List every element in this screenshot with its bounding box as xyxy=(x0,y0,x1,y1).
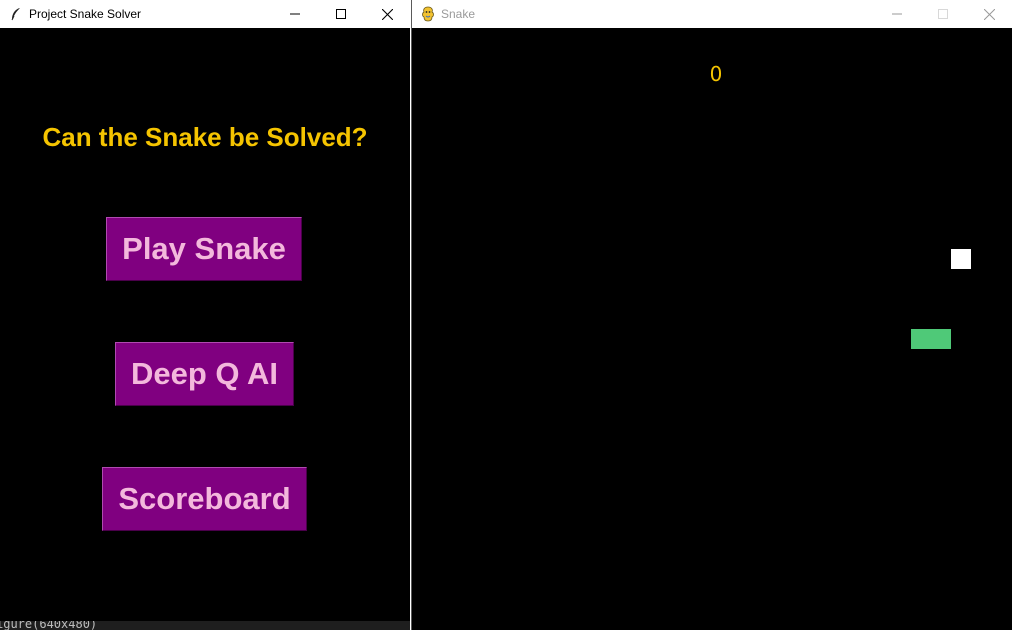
maximize-button[interactable] xyxy=(318,0,364,28)
snake-game-window: Snake 0 xyxy=(411,0,1012,630)
scoreboard-button[interactable]: Scoreboard xyxy=(102,467,307,531)
console-status-bar: igure(640x480) xyxy=(0,621,410,630)
score-display: 0 xyxy=(709,62,723,86)
food-block xyxy=(951,249,971,269)
snake-maximize-button xyxy=(920,0,966,28)
snake-close-button[interactable] xyxy=(966,0,1012,28)
snake-body xyxy=(911,329,951,349)
close-icon xyxy=(983,8,995,20)
play-snake-button[interactable]: Play Snake xyxy=(106,217,302,281)
right-titlebar[interactable]: Snake xyxy=(412,0,1012,28)
left-window-title: Project Snake Solver xyxy=(29,7,142,21)
snake-minimize-button[interactable] xyxy=(874,0,920,28)
minimize-button[interactable] xyxy=(272,0,318,28)
deep-q-ai-button[interactable]: Deep Q AI xyxy=(115,342,294,406)
project-snake-solver-window: Project Snake Solver Can the Snake be So… xyxy=(0,0,410,630)
pygame-icon xyxy=(420,6,436,22)
close-button[interactable] xyxy=(364,0,410,28)
maximize-icon xyxy=(336,9,346,19)
maximize-icon xyxy=(938,9,948,19)
headline: Can the Snake be Solved? xyxy=(42,122,368,152)
console-status-text: igure(640x480) xyxy=(0,621,98,630)
close-icon xyxy=(381,8,393,20)
right-window-title: Snake xyxy=(441,7,476,21)
feather-icon xyxy=(8,6,24,22)
menu-canvas: Can the Snake be Solved? Play Snake Deep… xyxy=(0,29,410,621)
left-titlebar[interactable]: Project Snake Solver xyxy=(0,0,410,28)
game-canvas[interactable]: 0 xyxy=(412,29,1012,630)
minimize-icon xyxy=(892,13,902,15)
minimize-icon xyxy=(290,13,300,15)
